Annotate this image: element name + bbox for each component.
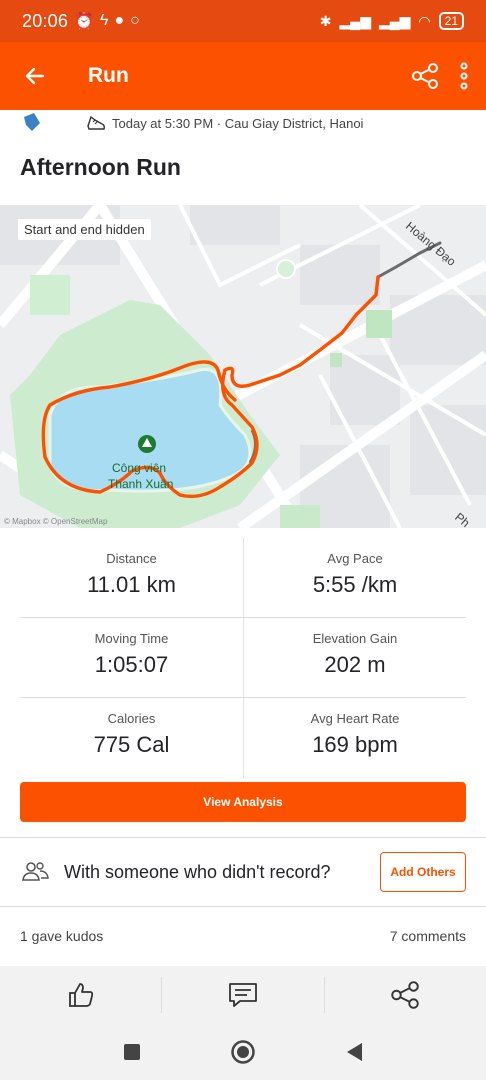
status-time: 20:06 — [22, 10, 69, 31]
stats-row: Distance 11.01 km Avg Pace 5:55 /km — [20, 538, 466, 618]
signal-2-icon: ▂▄▆ — [378, 12, 411, 29]
divider — [0, 906, 486, 907]
kudos-count-link[interactable]: 1 gave kudos — [20, 928, 103, 944]
stat-label: Elevation Gain — [312, 631, 398, 646]
add-others-row: With someone who didn't record? Add Othe… — [20, 852, 466, 892]
home-circle-icon[interactable] — [230, 1039, 256, 1065]
park-name-label-1: Công viên — [112, 461, 167, 475]
share-icon[interactable] — [410, 61, 440, 91]
map-attribution[interactable]: © Mapbox © OpenStreetMap — [4, 517, 107, 526]
stat-value: 11.01 km — [87, 572, 176, 597]
map-start-end-hidden-label: Start and end hidden — [18, 219, 151, 240]
stats-row: Calories 775 Cal Avg Heart Rate 169 bpm — [20, 698, 466, 778]
app-notification-icon: ● — [114, 12, 125, 29]
stats-grid: Distance 11.01 km Avg Pace 5:55 /km Movi… — [20, 538, 466, 778]
alarm-icon: ⏰ — [74, 13, 94, 30]
page-title: Run — [88, 64, 129, 87]
stat-calories: Calories 775 Cal — [20, 698, 243, 778]
activity-icon: ϟ — [99, 12, 109, 29]
circle-notification-icon: ○ — [130, 12, 140, 29]
map-canvas — [0, 205, 486, 528]
stat-value: 775 Cal — [93, 732, 170, 757]
share-icon — [391, 981, 420, 1009]
battery-level: 21 — [444, 14, 458, 28]
park-name-label-2: Thanh Xuân — [108, 477, 174, 491]
stat-value: 202 m — [324, 652, 386, 677]
running-shoe-icon — [87, 115, 105, 130]
recents-square-icon[interactable] — [122, 1042, 142, 1062]
activity-date-location: Today at 5:30 PM · Cau Giay District, Ha… — [112, 115, 364, 131]
social-action-bar — [0, 966, 486, 1024]
stat-value: 1:05:07 — [94, 652, 169, 677]
comments-count-link[interactable]: 7 comments — [390, 928, 466, 944]
stat-avg-pace: Avg Pace 5:55 /km — [243, 538, 466, 617]
divider — [0, 837, 486, 838]
add-others-prompt: With someone who didn't record? — [64, 861, 331, 882]
view-analysis-button[interactable]: View Analysis — [20, 782, 466, 822]
system-nav-bar — [0, 1024, 486, 1080]
thumbs-up-icon — [68, 983, 93, 1007]
battery-icon: 21 — [438, 12, 464, 30]
back-triangle-icon[interactable] — [344, 1041, 364, 1063]
avatar[interactable] — [20, 113, 46, 133]
stat-label: Avg Heart Rate — [310, 711, 400, 726]
stats-row: Moving Time 1:05:07 Elevation Gain 202 m — [20, 618, 466, 698]
status-notification-icons: ⏰ ϟ ● ○ — [74, 11, 140, 31]
people-icon — [22, 862, 49, 881]
stat-value: 169 bpm — [312, 732, 398, 757]
app-bar: Run — [0, 42, 486, 110]
activity-meta: Today at 5:30 PM · Cau Giay District, Ha… — [20, 112, 470, 134]
activity-title[interactable]: Afternoon Run — [20, 154, 181, 181]
stat-label: Moving Time — [94, 631, 169, 646]
social-summary: 1 gave kudos 7 comments — [20, 928, 466, 944]
comment-icon — [229, 983, 257, 1007]
stat-avg-heart-rate: Avg Heart Rate 169 bpm — [243, 698, 466, 778]
route-map[interactable]: Start and end hidden Hoàng Đạo Ph Công v… — [0, 205, 486, 528]
wifi-icon: ◠ — [418, 12, 431, 29]
status-right-icons: ✱ ▂▄▆ ▂▄▆ ◠ 21 — [320, 12, 464, 30]
stat-label: Avg Pace — [327, 551, 383, 566]
kudos-button[interactable] — [0, 977, 161, 1013]
bluetooth-icon: ✱ — [319, 12, 332, 29]
add-others-button[interactable]: Add Others — [380, 852, 466, 892]
stat-distance: Distance 11.01 km — [20, 538, 243, 617]
stat-elevation-gain: Elevation Gain 202 m — [243, 618, 466, 697]
back-button[interactable] — [0, 42, 70, 110]
comment-button[interactable] — [161, 977, 323, 1013]
stat-value: 5:55 /km — [312, 572, 398, 597]
more-vert-icon[interactable] — [460, 61, 468, 91]
signal-icon: ▂▄▆ — [339, 12, 371, 29]
status-bar: 20:06 ⏰ ϟ ● ○ ✱ ▂▄▆ ▂▄▆ ◠ 21 — [0, 0, 486, 42]
share-activity-button[interactable] — [323, 977, 486, 1013]
stat-label: Distance — [106, 551, 157, 566]
stat-moving-time: Moving Time 1:05:07 — [20, 618, 243, 697]
arrow-left-icon — [25, 67, 45, 85]
stat-label: Calories — [107, 711, 156, 726]
